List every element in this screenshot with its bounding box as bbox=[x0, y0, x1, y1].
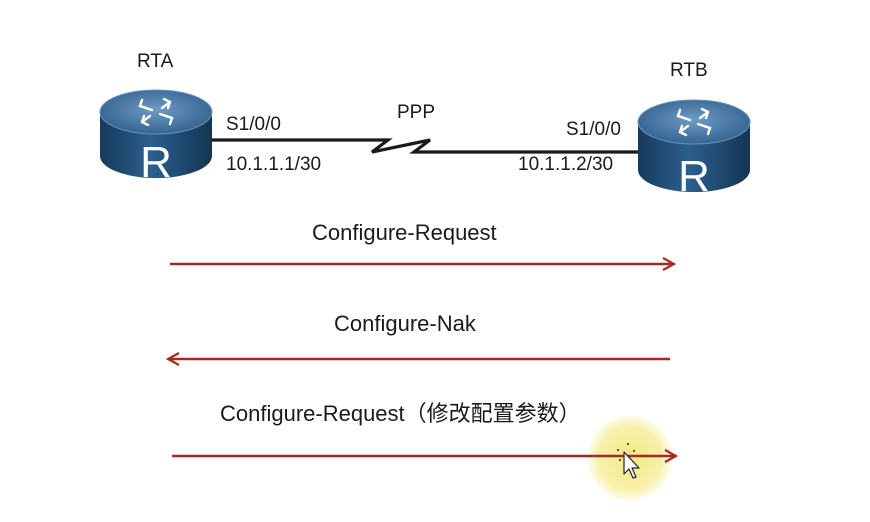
rtb-name-label: RTB bbox=[670, 60, 708, 81]
message-label-configure-nak: Configure-Nak bbox=[334, 311, 476, 336]
rta-interface-label: S1/0/0 bbox=[226, 114, 281, 135]
rtb-interface-label: S1/0/0 bbox=[566, 119, 621, 140]
ppp-protocol-label: PPP bbox=[397, 102, 436, 123]
message-label-configure-request: Configure-Request bbox=[312, 220, 497, 245]
rtb-router-glyph: R bbox=[678, 152, 710, 201]
ppp-negotiation-diagram: R R RTA RTB S1/0/0 10.1.1.1/30 S1/0/0 10… bbox=[0, 0, 870, 522]
message-label-configure-request-modified: Configure-Request（修改配置参数） bbox=[220, 401, 581, 426]
rta-name-label: RTA bbox=[137, 51, 174, 72]
rta-router-glyph: R bbox=[140, 138, 172, 187]
ppp-link bbox=[212, 138, 640, 154]
diagram-canvas: R R bbox=[99, 89, 751, 500]
rta-ip-label: 10.1.1.1/30 bbox=[226, 154, 322, 175]
rtb-ip-label: 10.1.1.2/30 bbox=[518, 154, 614, 175]
